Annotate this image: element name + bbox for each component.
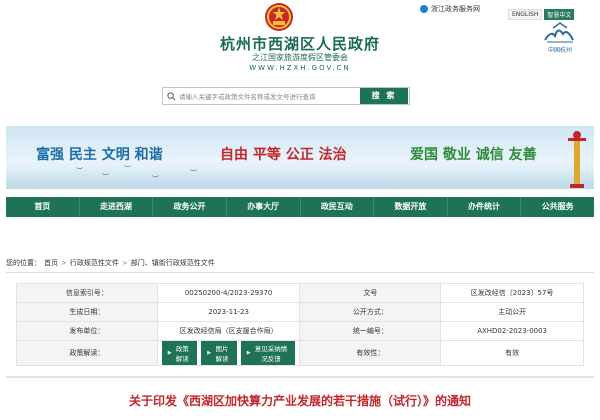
chevron-right-icon: > xyxy=(61,259,67,267)
bird-icon: ︶ xyxy=(190,169,197,177)
validity-value: 有效 xyxy=(440,340,584,366)
nav-interaction[interactable]: 政民互动 xyxy=(301,197,375,217)
site-url: WWW.HZXH.GOV.CN xyxy=(249,64,351,72)
table-row: 政策解读： ▶ 政策解读 ▶ 图片解读 ▶ 意见采纳情况反馈 有效性： 有效 xyxy=(16,340,584,366)
divider xyxy=(6,272,594,273)
publicity-mode-value: 主动公开 xyxy=(440,302,584,322)
bird-icon: ︶ xyxy=(152,175,159,183)
bird-icon: ︶ xyxy=(102,173,109,181)
publicity-mode-label: 公开方式： xyxy=(299,302,442,322)
banner-slogan-freedom: 自由 平等 公正 法治 xyxy=(220,147,347,163)
bird-icon: ︶ xyxy=(76,167,83,175)
nav-open-data[interactable]: 数据开放 xyxy=(374,197,448,217)
policy-interpretation-label: 政策解读： xyxy=(16,340,158,366)
site-header: 浙江政务服务网 ENGLISH 智慧中文 中国杭州 杭州市西湖区人民政府 之江国… xyxy=(0,0,600,92)
policy-interpretation-links: ▶ 政策解读 ▶ 图片解读 ▶ 意见采纳情况反馈 xyxy=(156,340,301,366)
breadcrumb-normative-docs[interactable]: 行政规范性文件 xyxy=(70,258,119,268)
core-values-banner: ︶ ︶ ︶ ︶ ︶ 富强 民主 文明 和谐 自由 平等 公正 法治 爱国 敬业 … xyxy=(6,126,594,189)
nav-service-hall[interactable]: 办事大厅 xyxy=(227,197,301,217)
breadcrumb-department-docs[interactable]: 部门、镇街行政规范性文件 xyxy=(131,258,215,268)
doc-number-value: 区发改经信〔2023〕57号 xyxy=(440,283,584,303)
publisher-label: 发布单位： xyxy=(16,321,158,341)
bird-icon: ︶ xyxy=(124,165,131,173)
table-row: 发布单位： 区发改经信局（区支援合作局） 统一编号： AXHD02-2023-0… xyxy=(16,321,584,341)
nav-public-service[interactable]: 公共服务 xyxy=(521,197,594,217)
unified-number-value: AXHD02-2023-0003 xyxy=(440,321,584,341)
feedback-button[interactable]: ▶ 意见采纳情况反馈 xyxy=(240,341,296,365)
doc-number-label: 文号 xyxy=(299,283,442,303)
chevron-right-icon: > xyxy=(121,259,128,267)
nav-case-statistics[interactable]: 办件统计 xyxy=(448,197,522,217)
nav-home[interactable]: 首页 xyxy=(6,197,80,217)
english-button[interactable]: ENGLISH xyxy=(508,9,543,20)
site-subtitle: 之江国家旅游度假区管委会 xyxy=(252,53,348,62)
portal-link-label[interactable]: 浙江政务服务网 xyxy=(431,4,480,14)
breadcrumb-home[interactable]: 首页 xyxy=(44,258,58,268)
search-button[interactable]: 搜 索 xyxy=(360,88,408,104)
zhejiang-portal-link[interactable]: 浙江政务服务网 xyxy=(420,4,480,14)
portal-icon xyxy=(420,5,428,13)
table-row: 信息索引号： 00250200-4/2023-29370 文号 区发改经信〔20… xyxy=(16,283,584,303)
huabiao-pillar-icon xyxy=(568,131,586,188)
play-icon: ▶ xyxy=(246,350,251,356)
banner-slogan-patriotism: 爱国 敬业 诚信 友善 xyxy=(410,147,537,163)
index-number-label: 信息索引号： xyxy=(16,283,158,303)
banner-slogan-prosperity: 富强 民主 文明 和谐 xyxy=(36,147,163,163)
image-interpretation-button[interactable]: ▶ 图片解读 xyxy=(201,341,237,365)
nav-about-xihu[interactable]: 走进西湖 xyxy=(80,197,154,217)
created-date-label: 生成日期： xyxy=(16,302,158,322)
index-number-value: 00250200-4/2023-29370 xyxy=(156,283,301,303)
table-row: 生成日期： 2023-11-23 公开方式： 主动公开 xyxy=(16,302,584,322)
play-icon: ▶ xyxy=(167,350,172,356)
national-emblem-icon xyxy=(265,3,293,31)
validity-label: 有效性： xyxy=(299,340,442,366)
document-info-table: 信息索引号： 00250200-4/2023-29370 文号 区发改经信〔20… xyxy=(16,283,584,366)
article-section: 关于印发《西湖区加快算力产业发展的若干措施（试行）》的通知 xyxy=(6,376,594,420)
site-title: 杭州市西湖区人民政府 xyxy=(219,35,380,53)
chinese-button[interactable]: 智慧中文 xyxy=(544,9,575,20)
search-icon xyxy=(163,88,179,104)
language-switch: ENGLISH 智慧中文 xyxy=(508,9,575,20)
breadcrumb: 您的位置： 首页 > 行政规范性文件 > 部门、镇街行政规范性文件 xyxy=(6,256,594,270)
article-title: 关于印发《西湖区加快算力产业发展的若干措施（试行）》的通知 xyxy=(128,394,471,408)
play-icon: ▶ xyxy=(207,350,212,356)
search-input[interactable]: 请输入关键字或政策文件名称或发文号进行查询 xyxy=(179,91,316,101)
unified-number-label: 统一编号： xyxy=(299,321,442,341)
publisher-value: 区发改经信局（区支援合作局） xyxy=(156,321,301,341)
breadcrumb-prefix: 您的位置： xyxy=(6,259,41,267)
policy-interpretation-button[interactable]: ▶ 政策解读 xyxy=(161,341,198,365)
main-nav: 首页 走进西湖 政务公开 办事大厅 政民互动 数据开放 办件统计 公共服务 xyxy=(6,197,594,217)
created-date-value: 2023-11-23 xyxy=(156,302,301,322)
nav-government-affairs[interactable]: 政务公开 xyxy=(153,197,227,217)
